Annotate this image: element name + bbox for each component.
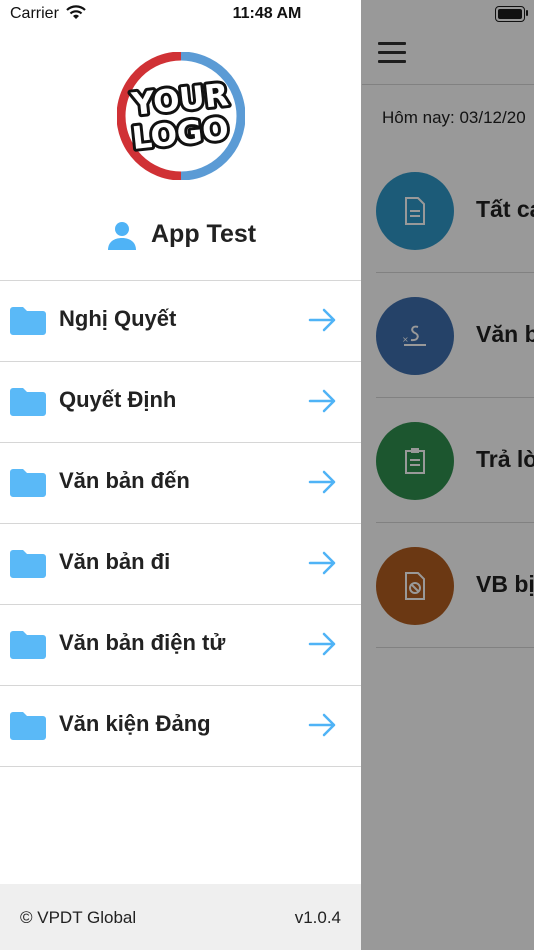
menu-item-label: Văn bản đến	[59, 468, 190, 493]
menu-item-label: Nghị Quyết	[59, 306, 177, 331]
menu-item-label: Văn bản đi	[59, 549, 171, 574]
menu-item-van-ban-di[interactable]: Văn bản đi	[0, 523, 361, 604]
user-name: App Test	[151, 220, 257, 248]
folder-icon	[10, 388, 46, 416]
app-logo: YOUR LOGO	[117, 52, 245, 180]
menu-item-label: Quyết Định	[59, 387, 177, 412]
folder-icon	[10, 712, 46, 740]
menu-item-van-ban-dien-tu[interactable]: Văn bản điện tử	[0, 604, 361, 685]
menu-item-label: Văn kiện Đảng	[59, 711, 211, 736]
version-text: v1.0.4	[294, 908, 341, 927]
menu-item-van-ban-den[interactable]: Văn bản đến	[0, 442, 361, 523]
drawer-footer: © VPDT Global v1.0.4	[0, 884, 361, 950]
menu-item-nghi-quyet[interactable]: Nghị Quyết	[0, 280, 361, 361]
arrow-right-icon	[308, 551, 336, 575]
menu-item-van-kien-dang[interactable]: Văn kiện Đảng	[0, 685, 361, 767]
folder-icon	[10, 469, 46, 497]
battery-cap	[526, 10, 528, 16]
arrow-right-icon	[308, 713, 336, 737]
battery-icon	[495, 6, 525, 22]
folder-icon	[10, 631, 46, 659]
arrow-right-icon	[308, 632, 336, 656]
folder-icon	[10, 307, 46, 335]
menu-item-label: Văn bản điện tử	[59, 630, 226, 655]
arrow-right-icon	[308, 470, 336, 494]
folder-icon	[10, 550, 46, 578]
user-icon	[108, 222, 136, 250]
menu-item-quyet-dinh[interactable]: Quyết Định	[0, 361, 361, 442]
arrow-right-icon	[308, 389, 336, 413]
status-time: 11:48 AM	[232, 5, 302, 22]
drawer-menu: Nghị Quyết Quyết Định Văn bản đến Văn bả…	[0, 280, 361, 767]
copyright-text: © VPDT Global	[20, 908, 137, 927]
user-profile: App Test	[0, 216, 361, 256]
side-drawer: YOUR LOGO App Test Nghị Quyết Quyết Định…	[0, 0, 361, 950]
status-bar: Carrier 11:48 AM	[0, 0, 534, 30]
arrow-right-icon	[308, 308, 336, 332]
